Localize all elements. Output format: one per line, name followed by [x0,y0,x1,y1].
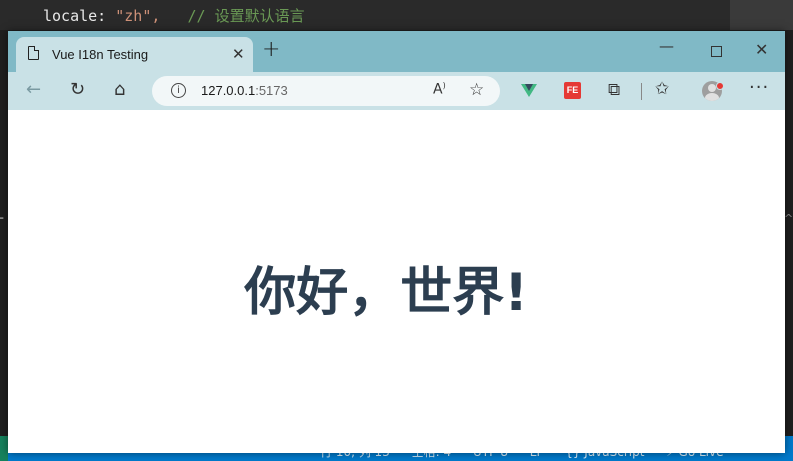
tab-bar: Vue I18n Testing ✕ + — ✕ [8,31,785,72]
maximize-icon[interactable] [711,46,722,57]
close-icon[interactable]: ✕ [232,45,245,63]
info-icon[interactable]: i [171,83,186,98]
profile-status-dot [716,82,724,90]
editor-right-scroll: ^ [784,212,793,225]
window-close-icon[interactable]: ✕ [755,40,768,59]
page-viewport: 你好，世界! [8,110,785,453]
page-heading: 你好，世界! [244,263,528,323]
home-icon[interactable]: ⌂ [114,80,125,100]
reload-icon[interactable]: ↻ [70,80,85,100]
toolbar-divider [641,83,642,100]
vue-devtools-icon[interactable] [521,84,537,97]
url-text[interactable]: 127.0.0.1:5173 [201,83,288,98]
tab-title: Vue I18n Testing [52,47,149,62]
code-string: "zh", [115,7,161,25]
browser-toolbar: ← ↻ ⌂ i 127.0.0.1:5173 A) ☆ FE ⧉ ✩ ··· [8,72,785,111]
back-icon[interactable]: ← [26,80,41,100]
url-port: :5173 [255,83,288,98]
tab-vue-i18n-testing[interactable]: Vue I18n Testing ✕ [16,37,253,72]
code-comment: // 设置默认语言 [187,7,305,25]
read-aloud-icon[interactable]: A) [433,81,446,98]
code-key: locale: [43,7,116,25]
editor-left-gutter: ╸ [0,212,7,225]
extensions-puzzle-icon[interactable]: ⧉ [608,80,620,100]
minimize-icon[interactable]: — [659,37,674,55]
url-host: 127.0.0.1 [201,83,256,98]
favorites-icon[interactable]: ✩ [655,79,669,99]
add-favorite-icon[interactable]: ☆ [469,80,484,100]
page-icon [28,46,39,60]
more-options-icon[interactable]: ··· [749,77,769,98]
browser-window: Vue I18n Testing ✕ + — ✕ ← ↻ ⌂ i 127.0.0… [8,31,785,453]
remote-indicator[interactable] [0,436,8,461]
editor-minimap [730,0,793,30]
code-line: locale: "zh", // 设置默认语言 [43,5,305,26]
new-tab-button[interactable]: + [262,39,280,61]
fe-helper-icon[interactable]: FE [564,82,581,99]
address-bar[interactable]: i 127.0.0.1:5173 A) ☆ [152,76,500,106]
